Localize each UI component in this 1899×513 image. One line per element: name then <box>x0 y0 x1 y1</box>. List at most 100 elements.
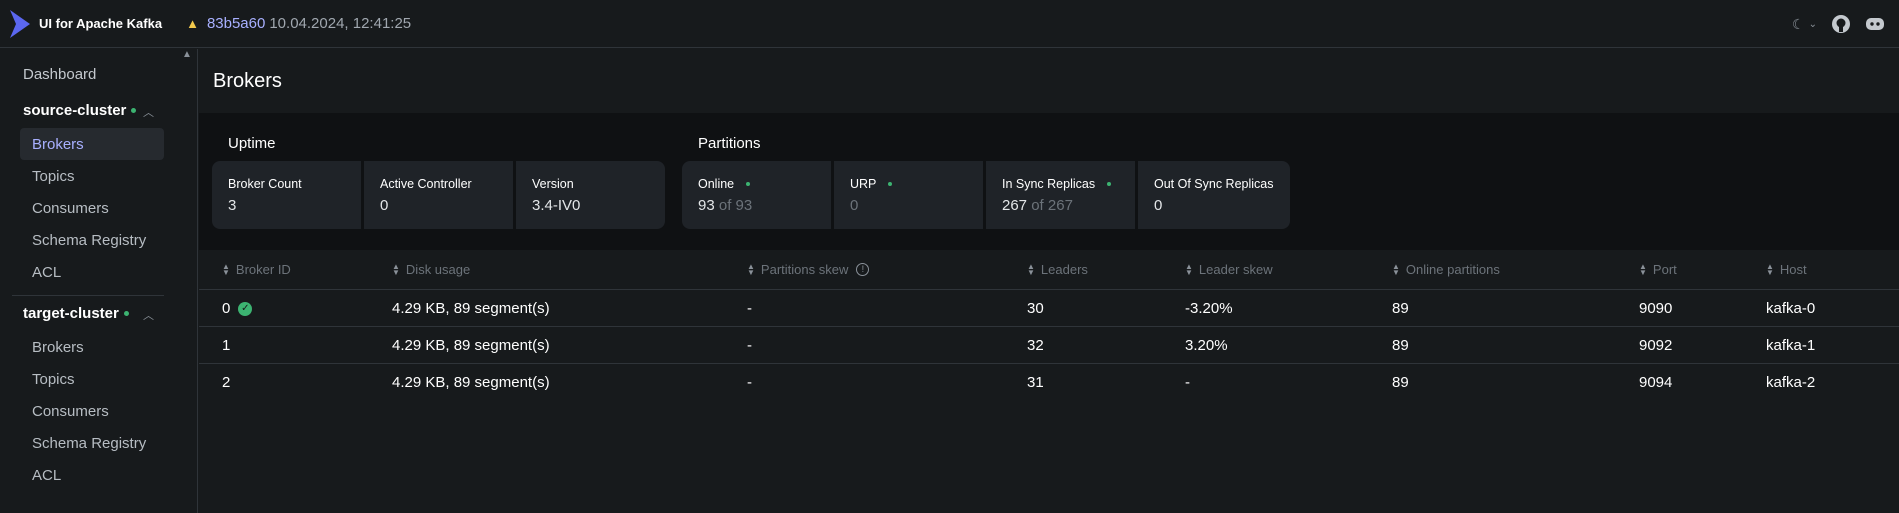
metric-broker-count: Broker Count 3 <box>212 161 361 229</box>
cell-port: 9092 <box>1639 337 1673 354</box>
sort-icon: ▲ ▼ <box>392 261 400 277</box>
sidebar-item-label: Schema Registry <box>32 434 147 452</box>
sidebar-item-consumers[interactable]: Consumers <box>20 395 164 427</box>
theme-toggle[interactable]: ☾ ⌄ <box>1792 16 1817 33</box>
column-header-broker-id[interactable]: ▲ ▼ Broker ID <box>222 262 291 277</box>
metric-label: Broker Count <box>228 177 302 191</box>
sidebar-item-label: Topics <box>32 370 75 388</box>
sidebar-item-acl[interactable]: ACL <box>20 256 164 288</box>
sort-icon: ▲ ▼ <box>1639 261 1647 277</box>
sidebar-item-schema-registry[interactable]: Schema Registry <box>20 427 164 459</box>
column-header-online-partitions[interactable]: ▲ ▼ Online partitions <box>1392 262 1500 277</box>
cell-partitions-skew: - <box>747 337 752 354</box>
table-row[interactable]: 0 ✓ 4.29 KB, 89 segment(s) - 30 -3.20% 89… <box>199 290 1899 327</box>
metric-label: Online <box>698 177 735 191</box>
cell-broker-id[interactable]: 2 <box>222 374 230 391</box>
cell-leader-skew: -3.20% <box>1185 300 1233 317</box>
cell-leaders: 31 <box>1027 374 1044 391</box>
column-header-port[interactable]: ▲ ▼ Port <box>1639 262 1677 277</box>
column-header-disk-usage[interactable]: ▲ ▼ Disk usage <box>392 262 470 277</box>
metric-total: of 267 <box>1031 197 1073 214</box>
cell-host: kafka-1 <box>1766 337 1816 354</box>
chevron-up-icon[interactable]: ︿ <box>143 104 154 120</box>
partitions-title: Partitions <box>698 135 761 152</box>
column-header-leaders[interactable]: ▲ ▼ Leaders <box>1027 262 1088 277</box>
status-dot <box>131 108 137 113</box>
cell-disk-usage: 4.29 KB, 89 segment(s) <box>392 337 550 354</box>
metrics-section: Uptime Broker Count 3 Active Controller … <box>199 113 1899 250</box>
sidebar-cluster-source[interactable]: source-cluster <box>23 102 137 119</box>
sidebar: ▲ Dashboard source-cluster ︿ Brokers Top… <box>0 49 198 513</box>
top-bar: UI for Apache Kafka ▲ 83b5a60 10.04.2024… <box>0 0 1899 48</box>
column-label: Partitions skew <box>760 262 849 277</box>
sidebar-item-topics[interactable]: Topics <box>20 363 164 395</box>
sidebar-item-dashboard[interactable]: Dashboard <box>23 66 96 83</box>
chevron-up-icon[interactable]: ︿ <box>143 307 154 323</box>
github-icon[interactable] <box>1831 14 1851 34</box>
column-label: Leader skew <box>1198 262 1273 277</box>
status-dot <box>746 182 751 186</box>
table-row[interactable]: 2 4.29 KB, 89 segment(s) - 31 - 89 9094 … <box>199 364 1899 401</box>
sidebar-item-brokers[interactable]: Brokers <box>20 128 164 160</box>
column-label: Host <box>1779 262 1807 277</box>
status-dot <box>123 311 129 316</box>
cell-leader-skew: - <box>1185 374 1190 391</box>
column-label: Disk usage <box>405 262 471 277</box>
metric-label: Version <box>532 177 574 191</box>
discord-icon[interactable] <box>1865 14 1885 34</box>
metric-label: URP <box>850 177 877 191</box>
cluster-name: target-cluster <box>23 305 119 322</box>
sidebar-item-acl[interactable]: ACL <box>20 459 164 491</box>
sort-icon: ▲ ▼ <box>1766 261 1774 277</box>
sort-icon: ▲ ▼ <box>1027 261 1035 277</box>
cell-partitions-skew: - <box>747 300 752 317</box>
cluster-name: source-cluster <box>23 102 127 119</box>
sidebar-item-consumers[interactable]: Consumers <box>20 192 164 224</box>
column-label: Port <box>1652 262 1677 277</box>
sidebar-item-brokers[interactable]: Brokers <box>20 331 164 363</box>
cell-disk-usage: 4.29 KB, 89 segment(s) <box>392 300 550 317</box>
column-label: Online partitions <box>1405 262 1500 277</box>
sidebar-item-label: ACL <box>32 466 62 484</box>
cell-partitions-skew: - <box>747 374 752 391</box>
sidebar-item-schema-registry[interactable]: Schema Registry <box>20 224 164 256</box>
chevron-down-icon: ⌄ <box>1808 18 1817 30</box>
metric-version: Version 3.4-IV0 <box>516 161 665 229</box>
metric-value: 0 <box>1154 197 1163 214</box>
sort-icon: ▲ ▼ <box>1185 261 1193 277</box>
sidebar-item-label: Brokers <box>32 135 84 153</box>
table-row[interactable]: 1 4.29 KB, 89 segment(s) - 32 3.20% 89 9… <box>199 327 1899 364</box>
sort-icon: ▲ ▼ <box>747 261 755 277</box>
info-icon[interactable]: ! <box>856 263 870 276</box>
chevron-up-icon[interactable]: ▲ <box>182 49 192 60</box>
metric-online: Online 93 of 93 <box>682 161 831 229</box>
column-label: Leaders <box>1040 262 1088 277</box>
column-header-host[interactable]: ▲ ▼ Host <box>1766 262 1807 277</box>
status-dot <box>1107 182 1112 186</box>
sidebar-divider <box>12 295 164 296</box>
check-circle-icon: ✓ <box>238 301 253 316</box>
metric-label: Active Controller <box>380 177 472 191</box>
moon-icon: ☾ <box>1792 15 1805 32</box>
commit-link[interactable]: 83b5a60 <box>207 15 265 32</box>
cell-leaders: 32 <box>1027 337 1044 354</box>
cell-broker-id[interactable]: 0 ✓ <box>222 300 253 317</box>
column-header-partitions-skew[interactable]: ▲ ▼ Partitions skew! <box>747 261 870 277</box>
cell-leaders: 30 <box>1027 300 1044 317</box>
cell-disk-usage: 4.29 KB, 89 segment(s) <box>392 374 550 391</box>
metric-label: Out Of Sync Replicas <box>1154 177 1274 191</box>
sidebar-cluster-target[interactable]: target-cluster <box>23 305 129 322</box>
kafka-logo-icon[interactable] <box>8 8 32 40</box>
column-label: Broker ID <box>235 262 291 277</box>
cell-online-partitions: 89 <box>1392 337 1409 354</box>
cell-broker-id[interactable]: 1 <box>222 337 230 354</box>
top-right-actions: ☾ ⌄ <box>1792 0 1899 48</box>
version-info: ▲ 83b5a60 10.04.2024, 12:41:25 <box>186 15 411 32</box>
cell-online-partitions: 89 <box>1392 300 1409 317</box>
commit-date: 10.04.2024, 12:41:25 <box>269 15 412 32</box>
sort-icon: ▲ ▼ <box>1392 261 1400 277</box>
cell-host: kafka-0 <box>1766 300 1816 317</box>
sidebar-item-topics[interactable]: Topics <box>20 160 164 192</box>
column-header-leader-skew[interactable]: ▲ ▼ Leader skew <box>1185 262 1273 277</box>
brand-name[interactable]: UI for Apache Kafka <box>39 16 162 31</box>
